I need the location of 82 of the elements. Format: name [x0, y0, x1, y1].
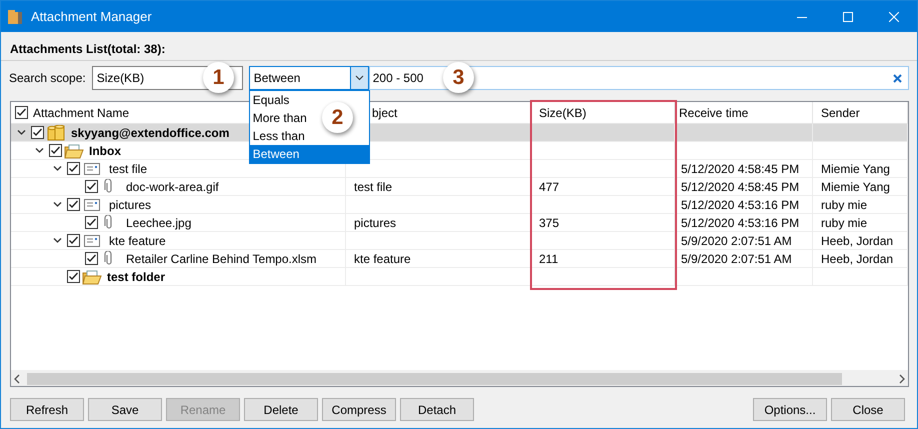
table-cell: 375	[539, 216, 560, 230]
paperclip-icon	[104, 179, 114, 194]
close-icon[interactable]	[889, 12, 899, 22]
envelope-icon	[84, 198, 100, 210]
action-button[interactable]: Close	[831, 398, 905, 421]
action-button[interactable]: Compress	[322, 398, 396, 421]
column-header[interactable]: Attachment Name	[33, 106, 130, 120]
table-cell: 5/12/2020 4:53:16 PM	[681, 216, 800, 230]
chevron-icon[interactable]	[53, 200, 62, 209]
folder-icon	[64, 142, 84, 158]
item-name: Inbox	[89, 144, 121, 158]
action-button[interactable]: Detach	[400, 398, 474, 421]
checkbox[interactable]	[67, 234, 80, 247]
maximize-icon[interactable]	[843, 12, 853, 22]
checkbox[interactable]	[67, 198, 80, 211]
checkbox[interactable]	[15, 106, 28, 119]
table-cell: ruby mie	[821, 216, 868, 230]
paperclip-icon	[104, 251, 114, 266]
tree-row[interactable]: Leechee.jpg pictures 375 5/12/2020 4:53:16 PM ruby mie	[11, 214, 908, 232]
column-header[interactable]: Size(KB)	[539, 106, 586, 120]
table-cell: test file	[354, 180, 392, 194]
tree-row[interactable]: doc-work-area.gif test file 477 5/12/2020 4:58:45 PM Miemie Yang	[11, 178, 908, 196]
table-cell: ruby mie	[821, 198, 868, 212]
table-cell: 5/12/2020 4:58:45 PM	[681, 162, 800, 176]
item-name: Retailer Carline Behind Tempo.xlsm	[126, 252, 317, 266]
caret-icon	[354, 75, 364, 81]
table-cell: 5/9/2020 2:07:51 AM	[681, 252, 792, 266]
action-button[interactable]: Options...	[753, 398, 827, 421]
chevron-icon[interactable]	[35, 146, 44, 155]
checkbox[interactable]	[67, 270, 80, 283]
table-cell: Heeb, Jordan	[821, 252, 894, 266]
table-cell: kte feature	[354, 252, 411, 266]
folder-icon	[82, 268, 102, 284]
horizontal-scrollbar[interactable]	[11, 370, 908, 386]
checkbox[interactable]	[67, 162, 80, 175]
action-button[interactable]: Save	[88, 398, 162, 421]
table-cell: 5/12/2020 4:53:16 PM	[681, 198, 800, 212]
item-name: skyyang@extendoffice.com	[71, 126, 230, 140]
chevron-icon[interactable]	[53, 164, 62, 173]
chevron-icon[interactable]	[53, 236, 62, 245]
item-name: test folder	[107, 270, 166, 284]
tree-row[interactable]: pictures 5/12/2020 4:53:16 PM ruby mie	[11, 196, 908, 214]
checkbox[interactable]	[85, 216, 98, 229]
item-name: Leechee.jpg	[126, 216, 192, 230]
table-cell: 5/9/2020 2:07:51 AM	[681, 234, 792, 248]
step-number-tooltip: 1	[203, 62, 234, 93]
clear-icon[interactable]	[893, 74, 902, 82]
checkbox[interactable]	[49, 144, 62, 157]
table-cell: pictures	[354, 216, 396, 230]
action-button[interactable]: Delete	[244, 398, 318, 421]
table-cell: 211	[539, 252, 558, 266]
tree-row[interactable]: test file 5/12/2020 4:58:45 PM Miemie Yang	[11, 160, 908, 178]
item-name: test file	[109, 162, 148, 176]
column-header[interactable]: Sender	[821, 106, 860, 120]
column-header[interactable]: Receive time	[679, 106, 748, 120]
column-header[interactable]: bject	[372, 106, 398, 120]
step-number-tooltip: 3	[443, 62, 474, 93]
tree-row[interactable]: Retailer Carline Behind Tempo.xlsm kte feature 211 5/9/2020 2:07:51 AM Heeb, Jordan	[11, 250, 908, 268]
database-icon	[47, 124, 65, 140]
table-cell: Heeb, Jordan	[821, 234, 894, 248]
chevron-icon[interactable]	[17, 128, 26, 137]
dropdown-option[interactable]: Between	[250, 145, 369, 163]
app-icon	[7, 8, 23, 24]
table-cell: 5/12/2020 4:58:45 PM	[681, 180, 800, 194]
checkbox[interactable]	[31, 126, 44, 139]
table-cell: Miemie Yang	[821, 180, 890, 194]
envelope-icon	[84, 162, 100, 174]
action-button[interactable]: Refresh	[10, 398, 84, 421]
checkbox[interactable]	[85, 180, 98, 193]
window-title: Attachment Manager	[31, 9, 153, 24]
tree-row[interactable]: test folder	[11, 268, 908, 286]
tree-row[interactable]: kte feature 5/9/2020 2:07:51 AM Heeb, Jordan	[11, 232, 908, 250]
table-cell: Miemie Yang	[821, 162, 890, 176]
list-heading: Attachments List(total: 38):	[10, 42, 166, 56]
item-name: doc-work-area.gif	[126, 180, 219, 194]
item-name: kte feature	[109, 234, 166, 248]
search-scope-label: Search scope:	[9, 71, 86, 85]
item-name: pictures	[109, 198, 152, 212]
paperclip-icon	[104, 215, 114, 230]
checkbox[interactable]	[85, 252, 98, 265]
table-cell: 477	[539, 180, 560, 194]
envelope-icon	[84, 234, 100, 246]
